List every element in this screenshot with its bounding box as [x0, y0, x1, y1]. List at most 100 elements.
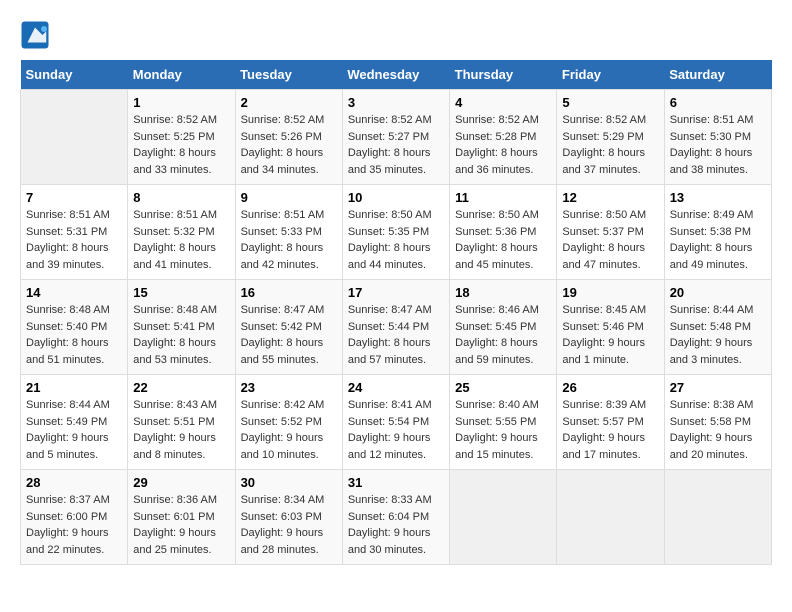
- calendar-cell: 9 Sunrise: 8:51 AM Sunset: 5:33 PM Daylig…: [235, 185, 342, 280]
- day-number: 5: [562, 95, 658, 110]
- calendar-cell: 25 Sunrise: 8:40 AM Sunset: 5:55 PM Dayli…: [450, 375, 557, 470]
- calendar-cell: [557, 470, 664, 565]
- calendar-table: SundayMondayTuesdayWednesdayThursdayFrid…: [20, 60, 772, 565]
- day-info: Sunrise: 8:52 AM Sunset: 5:29 PM Dayligh…: [562, 112, 658, 178]
- day-info: Sunrise: 8:52 AM Sunset: 5:26 PM Dayligh…: [241, 112, 337, 178]
- day-info: Sunrise: 8:36 AM Sunset: 6:01 PM Dayligh…: [133, 492, 229, 558]
- calendar-cell: 27 Sunrise: 8:38 AM Sunset: 5:58 PM Dayli…: [664, 375, 771, 470]
- day-info: Sunrise: 8:47 AM Sunset: 5:42 PM Dayligh…: [241, 302, 337, 368]
- day-number: 10: [348, 190, 444, 205]
- calendar-cell: 8 Sunrise: 8:51 AM Sunset: 5:32 PM Daylig…: [128, 185, 235, 280]
- calendar-cell: 2 Sunrise: 8:52 AM Sunset: 5:26 PM Daylig…: [235, 90, 342, 185]
- day-header-tuesday: Tuesday: [235, 60, 342, 90]
- calendar-cell: 22 Sunrise: 8:43 AM Sunset: 5:51 PM Dayli…: [128, 375, 235, 470]
- day-info: Sunrise: 8:52 AM Sunset: 5:25 PM Dayligh…: [133, 112, 229, 178]
- calendar-cell: 10 Sunrise: 8:50 AM Sunset: 5:35 PM Dayli…: [342, 185, 449, 280]
- day-info: Sunrise: 8:49 AM Sunset: 5:38 PM Dayligh…: [670, 207, 766, 273]
- calendar-cell: 11 Sunrise: 8:50 AM Sunset: 5:36 PM Dayli…: [450, 185, 557, 280]
- week-row-1: 1 Sunrise: 8:52 AM Sunset: 5:25 PM Daylig…: [21, 90, 772, 185]
- day-header-sunday: Sunday: [21, 60, 128, 90]
- day-info: Sunrise: 8:50 AM Sunset: 5:36 PM Dayligh…: [455, 207, 551, 273]
- calendar-cell: 4 Sunrise: 8:52 AM Sunset: 5:28 PM Daylig…: [450, 90, 557, 185]
- day-info: Sunrise: 8:48 AM Sunset: 5:41 PM Dayligh…: [133, 302, 229, 368]
- page-header: [20, 20, 772, 50]
- logo-icon: [20, 20, 50, 50]
- calendar-cell: 3 Sunrise: 8:52 AM Sunset: 5:27 PM Daylig…: [342, 90, 449, 185]
- day-info: Sunrise: 8:42 AM Sunset: 5:52 PM Dayligh…: [241, 397, 337, 463]
- day-header-thursday: Thursday: [450, 60, 557, 90]
- day-number: 2: [241, 95, 337, 110]
- calendar-cell: 20 Sunrise: 8:44 AM Sunset: 5:48 PM Dayli…: [664, 280, 771, 375]
- day-number: 1: [133, 95, 229, 110]
- calendar-cell: 19 Sunrise: 8:45 AM Sunset: 5:46 PM Dayli…: [557, 280, 664, 375]
- calendar-cell: 12Sunrise: 8:50 AM Sunset: 5:37 PM Dayli…: [557, 185, 664, 280]
- day-info: Sunrise: 8:39 AM Sunset: 5:57 PM Dayligh…: [562, 397, 658, 463]
- day-info: Sunrise: 8:41 AM Sunset: 5:54 PM Dayligh…: [348, 397, 444, 463]
- day-number: 31: [348, 475, 444, 490]
- day-info: Sunrise: 8:33 AM Sunset: 6:04 PM Dayligh…: [348, 492, 444, 558]
- week-row-5: 28Sunrise: 8:37 AM Sunset: 6:00 PM Dayli…: [21, 470, 772, 565]
- header-row: SundayMondayTuesdayWednesdayThursdayFrid…: [21, 60, 772, 90]
- calendar-cell: 29 Sunrise: 8:36 AM Sunset: 6:01 PM Dayli…: [128, 470, 235, 565]
- day-number: 12: [562, 190, 658, 205]
- day-header-monday: Monday: [128, 60, 235, 90]
- calendar-cell: 30Sunrise: 8:34 AM Sunset: 6:03 PM Dayli…: [235, 470, 342, 565]
- day-header-wednesday: Wednesday: [342, 60, 449, 90]
- calendar-cell: 31 Sunrise: 8:33 AM Sunset: 6:04 PM Dayli…: [342, 470, 449, 565]
- calendar-cell: 13 Sunrise: 8:49 AM Sunset: 5:38 PM Dayli…: [664, 185, 771, 280]
- day-number: 11: [455, 190, 551, 205]
- calendar-cell: 23Sunrise: 8:42 AM Sunset: 5:52 PM Dayli…: [235, 375, 342, 470]
- calendar-cell: 15 Sunrise: 8:48 AM Sunset: 5:41 PM Dayli…: [128, 280, 235, 375]
- day-info: Sunrise: 8:46 AM Sunset: 5:45 PM Dayligh…: [455, 302, 551, 368]
- day-info: Sunrise: 8:38 AM Sunset: 5:58 PM Dayligh…: [670, 397, 766, 463]
- calendar-cell: [664, 470, 771, 565]
- calendar-cell: 26 Sunrise: 8:39 AM Sunset: 5:57 PM Dayli…: [557, 375, 664, 470]
- day-number: 22: [133, 380, 229, 395]
- day-number: 21: [26, 380, 122, 395]
- day-info: Sunrise: 8:50 AM Sunset: 5:35 PM Dayligh…: [348, 207, 444, 273]
- calendar-cell: 14Sunrise: 8:48 AM Sunset: 5:40 PM Dayli…: [21, 280, 128, 375]
- day-info: Sunrise: 8:52 AM Sunset: 5:27 PM Dayligh…: [348, 112, 444, 178]
- day-number: 18: [455, 285, 551, 300]
- day-number: 9: [241, 190, 337, 205]
- day-number: 8: [133, 190, 229, 205]
- day-header-friday: Friday: [557, 60, 664, 90]
- day-info: Sunrise: 8:34 AM Sunset: 6:03 PM Dayligh…: [241, 492, 337, 558]
- day-number: 13: [670, 190, 766, 205]
- calendar-cell: 28Sunrise: 8:37 AM Sunset: 6:00 PM Dayli…: [21, 470, 128, 565]
- day-number: 20: [670, 285, 766, 300]
- calendar-cell: 24Sunrise: 8:41 AM Sunset: 5:54 PM Dayli…: [342, 375, 449, 470]
- calendar-cell: [450, 470, 557, 565]
- day-info: Sunrise: 8:37 AM Sunset: 6:00 PM Dayligh…: [26, 492, 122, 558]
- day-number: 15: [133, 285, 229, 300]
- day-number: 29: [133, 475, 229, 490]
- day-number: 6: [670, 95, 766, 110]
- calendar-cell: 16Sunrise: 8:47 AM Sunset: 5:42 PM Dayli…: [235, 280, 342, 375]
- day-number: 26: [562, 380, 658, 395]
- day-info: Sunrise: 8:52 AM Sunset: 5:28 PM Dayligh…: [455, 112, 551, 178]
- day-info: Sunrise: 8:47 AM Sunset: 5:44 PM Dayligh…: [348, 302, 444, 368]
- week-row-3: 14Sunrise: 8:48 AM Sunset: 5:40 PM Dayli…: [21, 280, 772, 375]
- day-number: 3: [348, 95, 444, 110]
- day-number: 7: [26, 190, 122, 205]
- day-info: Sunrise: 8:40 AM Sunset: 5:55 PM Dayligh…: [455, 397, 551, 463]
- day-number: 27: [670, 380, 766, 395]
- week-row-2: 7 Sunrise: 8:51 AM Sunset: 5:31 PM Daylig…: [21, 185, 772, 280]
- calendar-cell: 21 Sunrise: 8:44 AM Sunset: 5:49 PM Dayli…: [21, 375, 128, 470]
- calendar-cell: 18 Sunrise: 8:46 AM Sunset: 5:45 PM Dayli…: [450, 280, 557, 375]
- day-number: 4: [455, 95, 551, 110]
- day-info: Sunrise: 8:51 AM Sunset: 5:31 PM Dayligh…: [26, 207, 122, 273]
- day-number: 17: [348, 285, 444, 300]
- logo: [20, 20, 55, 50]
- calendar-cell: 1 Sunrise: 8:52 AM Sunset: 5:25 PM Daylig…: [128, 90, 235, 185]
- day-number: 19: [562, 285, 658, 300]
- day-info: Sunrise: 8:51 AM Sunset: 5:32 PM Dayligh…: [133, 207, 229, 273]
- day-info: Sunrise: 8:43 AM Sunset: 5:51 PM Dayligh…: [133, 397, 229, 463]
- day-number: 25: [455, 380, 551, 395]
- day-info: Sunrise: 8:44 AM Sunset: 5:49 PM Dayligh…: [26, 397, 122, 463]
- day-info: Sunrise: 8:45 AM Sunset: 5:46 PM Dayligh…: [562, 302, 658, 368]
- day-info: Sunrise: 8:44 AM Sunset: 5:48 PM Dayligh…: [670, 302, 766, 368]
- day-number: 14: [26, 285, 122, 300]
- day-info: Sunrise: 8:51 AM Sunset: 5:33 PM Dayligh…: [241, 207, 337, 273]
- calendar-cell: 6Sunrise: 8:51 AM Sunset: 5:30 PM Daylig…: [664, 90, 771, 185]
